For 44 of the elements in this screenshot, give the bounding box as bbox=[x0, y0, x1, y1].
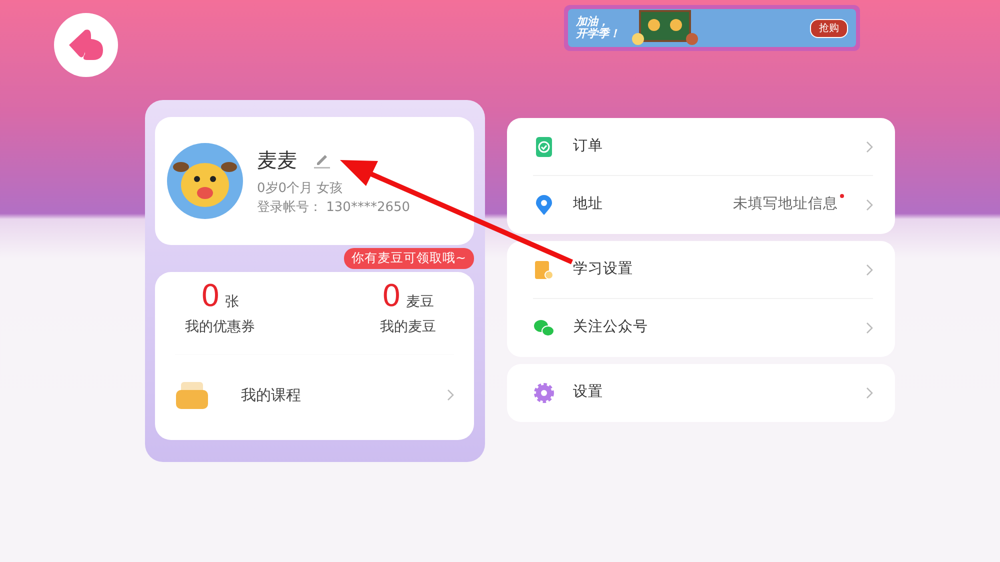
course-row[interactable]: 我的课程 bbox=[175, 355, 454, 435]
tooltip: 你有麦豆可领取哦~ bbox=[344, 248, 474, 269]
back-icon bbox=[67, 28, 105, 62]
account-number: 130****2650 bbox=[326, 200, 410, 215]
menu-label: 关注公众号 bbox=[573, 318, 648, 338]
menu-item[interactable]: 设置 bbox=[533, 364, 873, 422]
stat-label: 我的麦豆 bbox=[380, 318, 436, 337]
chalkboard-drawing bbox=[630, 9, 700, 47]
chevron-icon bbox=[866, 199, 873, 211]
address-status: 未填写地址信息 bbox=[733, 196, 838, 212]
banner-headline: 开学季！ bbox=[576, 28, 620, 40]
menu-label: 地址 bbox=[573, 195, 603, 214]
stat-item[interactable]: 0 张 我的优惠券 bbox=[185, 282, 255, 354]
chevron-icon bbox=[447, 389, 454, 401]
course-label: 我的课程 bbox=[241, 384, 301, 406]
clipboard-icon bbox=[533, 136, 555, 158]
menu-item[interactable]: 订单 bbox=[533, 118, 873, 176]
chevron-icon bbox=[866, 322, 873, 334]
account-label: 登录帐号： bbox=[257, 200, 322, 215]
chevron-icon bbox=[866, 264, 873, 276]
stat-value: 0 bbox=[200, 279, 220, 314]
menu-label: 设置 bbox=[573, 383, 603, 402]
age-text: 0岁0个月 bbox=[257, 180, 313, 196]
chevron-icon bbox=[866, 140, 873, 152]
book-gear-icon bbox=[533, 258, 555, 280]
chevron-icon bbox=[866, 387, 873, 399]
settings-icon bbox=[533, 382, 555, 404]
banner-headline: 加油， bbox=[576, 16, 609, 28]
stat-item[interactable]: 0 麦豆 我的麦豆 bbox=[380, 282, 436, 354]
user-name: 麦麦 bbox=[257, 146, 297, 174]
menu-label: 订单 bbox=[573, 136, 603, 156]
promo-banner[interactable]: 加油， 开学季！ 抢购 bbox=[564, 5, 860, 51]
location-pin-icon bbox=[533, 194, 555, 216]
stat-unit: 张 bbox=[225, 294, 240, 310]
buy-button[interactable]: 抢购 bbox=[810, 18, 848, 38]
menu-item[interactable]: 地址 未填写地址信息 bbox=[533, 176, 873, 234]
menu-item[interactable]: 学习设置 bbox=[533, 241, 873, 299]
menu-item[interactable]: 关注公众号 bbox=[533, 299, 873, 357]
stat-value: 0 bbox=[382, 279, 401, 314]
menu-label: 学习设置 bbox=[573, 260, 633, 279]
folder-icon bbox=[175, 380, 209, 410]
stat-label: 我的优惠券 bbox=[185, 318, 255, 337]
stat-unit: 麦豆 bbox=[406, 294, 434, 310]
gender-text: 女孩 bbox=[316, 180, 343, 196]
